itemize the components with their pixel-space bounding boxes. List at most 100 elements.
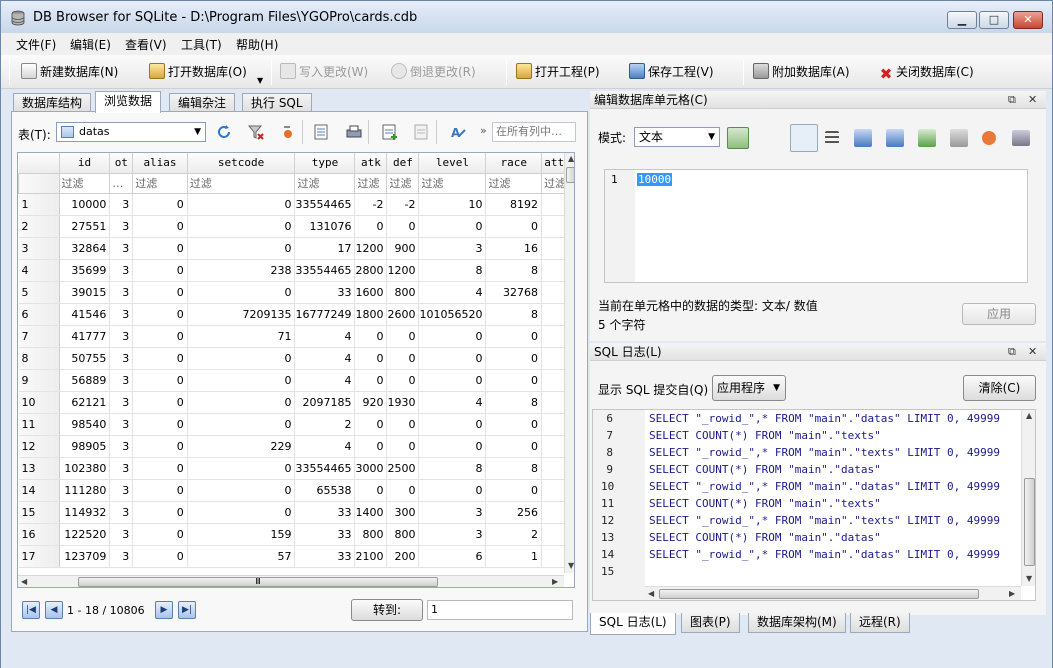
- row-number[interactable]: 6: [18, 303, 60, 326]
- table-row[interactable]: 9 56889 3 0 0 4 0 0 0 0: [18, 369, 574, 392]
- close-database-button[interactable]: ✖ 关闭数据库(C): [879, 62, 974, 82]
- table-cell[interactable]: 0: [132, 523, 188, 546]
- table-cell[interactable]: 800: [386, 523, 420, 546]
- table-cell[interactable]: 33: [294, 523, 356, 546]
- table-row[interactable]: 17 123709 3 0 57 33 2100 200 6 1: [18, 545, 574, 568]
- table-cell[interactable]: 33554465: [294, 457, 356, 480]
- clear-filters-icon[interactable]: [248, 124, 264, 140]
- table-cell[interactable]: 2600: [386, 303, 420, 326]
- table-cell[interactable]: 0: [386, 479, 420, 502]
- row-number[interactable]: 8: [18, 347, 60, 370]
- row-number[interactable]: 3: [18, 237, 60, 260]
- table-cell[interactable]: 0: [132, 281, 188, 304]
- tab-plot[interactable]: 图表(P): [681, 613, 740, 633]
- grid-horizontal-scrollbar[interactable]: ◀ Ⅲ ▶: [18, 575, 564, 587]
- column-header[interactable]: setcode: [187, 153, 296, 174]
- attach-database-button[interactable]: 附加数据库(A): [753, 62, 850, 82]
- table-cell[interactable]: 122520: [59, 523, 111, 546]
- scroll-left-icon[interactable]: ◀: [648, 589, 654, 598]
- minimize-button[interactable]: ▁: [947, 11, 977, 29]
- column-filter-input[interactable]: 过滤: [294, 172, 356, 194]
- table-cell[interactable]: -2: [354, 193, 388, 216]
- table-cell[interactable]: 57: [187, 545, 296, 568]
- set-null-icon[interactable]: [918, 129, 936, 147]
- table-cell[interactable]: 131076: [294, 215, 356, 238]
- table-cell[interactable]: 0: [485, 347, 543, 370]
- table-cell[interactable]: 3: [109, 391, 134, 414]
- table-row[interactable]: 14 111280 3 0 0 65538 0 0 0 0: [18, 479, 574, 502]
- table-cell[interactable]: 3: [109, 303, 134, 326]
- scroll-thumb[interactable]: [566, 167, 574, 183]
- table-cell[interactable]: 56889: [59, 369, 111, 392]
- table-cell[interactable]: 3: [109, 523, 134, 546]
- table-cell[interactable]: 8: [485, 457, 543, 480]
- table-cell[interactable]: 33: [294, 545, 356, 568]
- table-row[interactable]: 10 62121 3 0 0 2097185 920 1930 4 8: [18, 391, 574, 414]
- scroll-right-icon[interactable]: ▶: [552, 577, 558, 586]
- table-row[interactable]: 11 98540 3 0 0 2 0 0 0 0: [18, 413, 574, 436]
- table-cell[interactable]: 3: [109, 347, 134, 370]
- table-cell[interactable]: 4: [294, 435, 356, 458]
- table-row[interactable]: 12 98905 3 0 229 4 0 0 0 0: [18, 435, 574, 458]
- table-row[interactable]: 13 102380 3 0 0 33554465 3000 2500 8 8: [18, 457, 574, 480]
- new-database-button[interactable]: 新建数据库(N): [21, 62, 118, 82]
- menu-edit[interactable]: 编辑(E): [70, 36, 111, 53]
- table-cell[interactable]: 8: [485, 303, 543, 326]
- table-cell[interactable]: 1: [485, 545, 543, 568]
- table-cell[interactable]: 41777: [59, 325, 111, 348]
- tab-db-schema[interactable]: 数据库架构(M): [748, 613, 846, 633]
- table-cell[interactable]: 17: [294, 237, 356, 260]
- mode-select[interactable]: 文本 ▼: [634, 127, 720, 147]
- scroll-thumb[interactable]: [1024, 478, 1035, 566]
- menu-file[interactable]: 文件(F): [16, 36, 56, 53]
- table-cell[interactable]: 0: [132, 259, 188, 282]
- table-cell[interactable]: 101056520: [418, 303, 487, 326]
- table-cell[interactable]: 10: [418, 193, 487, 216]
- table-cell[interactable]: 123709: [59, 545, 111, 568]
- row-number[interactable]: 16: [18, 523, 60, 546]
- column-header[interactable]: id: [59, 153, 111, 174]
- open-database-button[interactable]: 打开数据库(O): [149, 62, 247, 82]
- last-record-button[interactable]: ▶|: [178, 601, 196, 619]
- table-cell[interactable]: 0: [354, 325, 388, 348]
- table-select[interactable]: datas ▼: [56, 122, 206, 142]
- table-cell[interactable]: 0: [132, 479, 188, 502]
- table-cell[interactable]: 0: [386, 435, 420, 458]
- scroll-left-icon[interactable]: ◀: [21, 577, 27, 586]
- table-cell[interactable]: 2: [294, 413, 356, 436]
- table-cell[interactable]: 0: [187, 281, 296, 304]
- table-cell[interactable]: 3: [418, 501, 487, 524]
- table-row[interactable]: 16 122520 3 0 159 33 800 800 3 2: [18, 523, 574, 546]
- refresh-icon[interactable]: [216, 124, 232, 140]
- more-chevron-icon[interactable]: »: [480, 124, 487, 137]
- print-icon[interactable]: [1012, 130, 1030, 146]
- table-cell[interactable]: 0: [354, 369, 388, 392]
- table-row[interactable]: 7 41777 3 0 71 4 0 0 0 0: [18, 325, 574, 348]
- table-cell[interactable]: 0: [132, 303, 188, 326]
- maximize-button[interactable]: □: [979, 11, 1009, 29]
- table-cell[interactable]: 0: [187, 413, 296, 436]
- scroll-thumb[interactable]: Ⅲ: [78, 577, 438, 587]
- column-filter-input[interactable]: 过滤: [186, 172, 296, 194]
- import-file-icon[interactable]: [854, 129, 872, 147]
- table-cell[interactable]: 10000: [59, 193, 111, 216]
- table-cell[interactable]: 16777249: [294, 303, 356, 326]
- row-number[interactable]: 1: [18, 193, 60, 216]
- scroll-down-icon[interactable]: ▼: [568, 561, 574, 570]
- table-cell[interactable]: 3: [109, 501, 134, 524]
- table-cell[interactable]: 2097185: [294, 391, 356, 414]
- tab-remote[interactable]: 远程(R): [850, 613, 910, 633]
- table-cell[interactable]: 0: [132, 413, 188, 436]
- table-cell[interactable]: 98540: [59, 413, 111, 436]
- table-cell[interactable]: 6: [418, 545, 487, 568]
- auto-format-icon[interactable]: [727, 127, 749, 149]
- close-panel-icon[interactable]: ✕: [1028, 343, 1037, 361]
- table-cell[interactable]: 8: [485, 391, 543, 414]
- indent-icon[interactable]: [825, 131, 839, 145]
- table-cell[interactable]: 2800: [354, 259, 388, 282]
- scroll-up-icon[interactable]: ▲: [1026, 411, 1032, 420]
- row-number[interactable]: 7: [18, 325, 60, 348]
- table-row[interactable]: 4 35699 3 0 238 33554465 2800 1200 8 8: [18, 259, 574, 282]
- row-number[interactable]: 15: [18, 501, 60, 524]
- table-cell[interactable]: 3: [109, 369, 134, 392]
